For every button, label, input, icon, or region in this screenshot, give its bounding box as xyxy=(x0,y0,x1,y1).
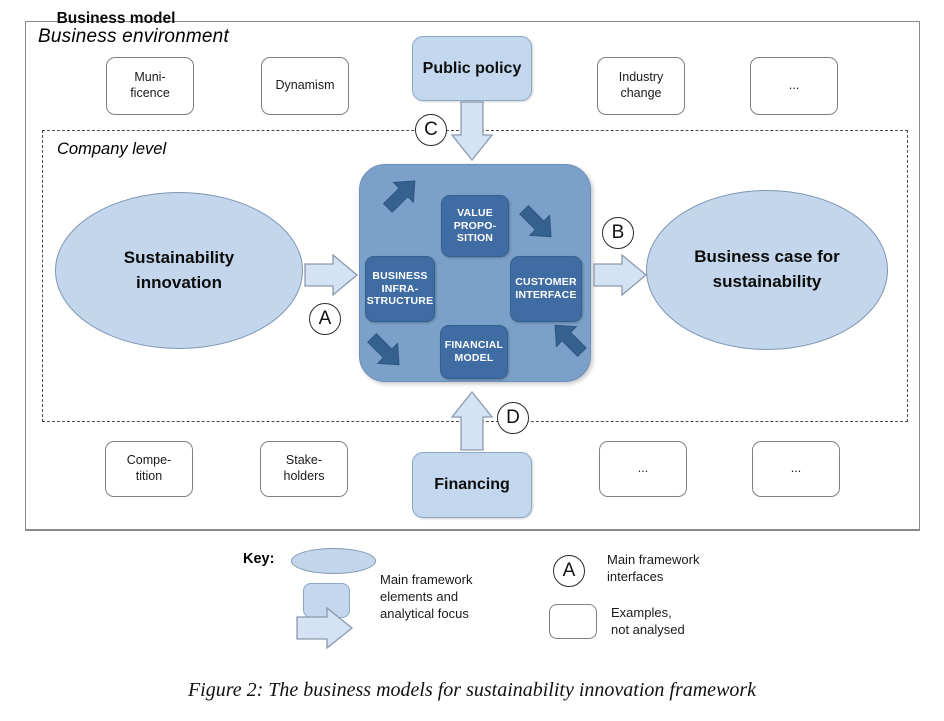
key-rounded-rect-swatch xyxy=(303,583,350,618)
bm-component-label: CUSTOMER INTERFACE xyxy=(515,276,577,301)
key-interface-marker: A xyxy=(553,555,585,587)
bm-component-customer-interface: CUSTOMER INTERFACE xyxy=(510,256,582,322)
bm-component-value-proposition: VALUE PROPO- SITION xyxy=(441,195,509,257)
example-label: Muni- ficence xyxy=(130,70,170,100)
bm-component-label: VALUE PROPO- SITION xyxy=(453,206,497,245)
example-label: Stake- holders xyxy=(283,453,325,483)
focus-box-public-policy: Public policy xyxy=(412,36,532,101)
example-box-munificence: Muni- ficence xyxy=(106,57,194,115)
bm-component-business-infrastructure: BUSINESS INFRA- STRUCTURE xyxy=(365,256,435,322)
example-box-ellipsis-bottom-2: ... xyxy=(752,441,840,497)
example-box-dynamism: Dynamism xyxy=(261,57,349,115)
example-box-ellipsis-bottom-1: ... xyxy=(599,441,687,497)
example-box-ellipsis-top: ... xyxy=(750,57,838,115)
interface-marker-c: C xyxy=(415,114,447,146)
ellipse-label: Sustainability innovation xyxy=(123,247,235,292)
example-label: ... xyxy=(637,461,649,476)
marker-label: B xyxy=(611,222,625,243)
example-label: Industry change xyxy=(618,70,664,100)
bm-component-label: FINANCIAL MODEL xyxy=(444,339,504,364)
key-divider xyxy=(25,530,920,531)
ellipse-label: Business case for sustainability xyxy=(694,247,840,291)
key-main-elements-text: Main framework elements and analytical f… xyxy=(380,572,473,621)
marker-label: C xyxy=(424,119,438,140)
example-box-stakeholders: Stake- holders xyxy=(260,441,348,497)
key-interfaces-text: Main framework interfaces xyxy=(607,552,700,584)
example-label: ... xyxy=(790,461,802,476)
example-label: Compe- tition xyxy=(126,453,172,483)
key-ellipse-swatch xyxy=(291,548,376,574)
focus-box-financing: Financing xyxy=(412,452,532,518)
key-title: Key: xyxy=(243,551,275,567)
marker-label: A xyxy=(562,560,576,581)
interface-marker-a: A xyxy=(309,303,341,335)
figure-canvas: Business environment Muni- ficence Dynam… xyxy=(0,0,944,721)
company-level-label: Company level xyxy=(57,140,167,158)
key-example-box-swatch xyxy=(549,604,597,639)
interface-marker-d: D xyxy=(497,402,529,434)
focus-label: Public policy xyxy=(422,59,522,77)
marker-label: D xyxy=(506,407,520,428)
ellipse-business-case-for-sustainability: Business case for sustainability xyxy=(646,190,888,350)
figure-caption: Figure 2: The business models for sustai… xyxy=(187,679,757,701)
bm-component-financial-model: FINANCIAL MODEL xyxy=(440,325,508,379)
interface-marker-b: B xyxy=(602,217,634,249)
example-label: ... xyxy=(788,78,800,93)
example-box-industry-change: Industry change xyxy=(597,57,685,115)
ellipse-sustainability-innovation: Sustainability innovation xyxy=(55,192,303,349)
key-examples-text: Examples, not analysed xyxy=(611,605,685,637)
example-box-competition: Compe- tition xyxy=(105,441,193,497)
example-label: Dynamism xyxy=(275,78,335,93)
bm-component-label: BUSINESS INFRA- STRUCTURE xyxy=(366,269,434,308)
marker-label: A xyxy=(318,308,332,329)
business-model-title: Business model xyxy=(56,10,176,27)
business-environment-label: Business environment xyxy=(38,26,229,47)
focus-label: Financing xyxy=(434,476,510,493)
